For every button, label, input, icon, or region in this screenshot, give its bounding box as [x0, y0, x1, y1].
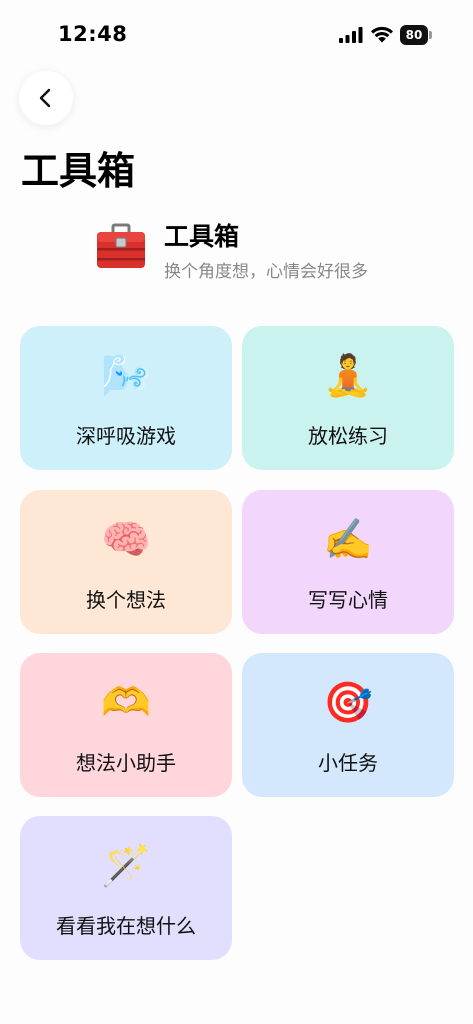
- tool-card-thought-helper[interactable]: 🫶 想法小助手: [20, 653, 232, 797]
- tool-label: 写写心情: [308, 588, 388, 612]
- tool-label: 放松练习: [308, 424, 388, 448]
- tool-card-small-task[interactable]: 🎯 小任务: [242, 653, 454, 797]
- brain-icon: 🧠: [101, 517, 151, 563]
- tool-card-journal[interactable]: ✍️ 写写心情: [242, 490, 454, 634]
- battery-tip: [429, 31, 432, 39]
- tool-label: 看看我在想什么: [56, 914, 196, 938]
- header-title: 工具箱: [164, 222, 240, 251]
- tool-card-reframe-thought[interactable]: 🧠 换个想法: [20, 490, 232, 634]
- header-subtitle: 换个角度想，心情会好很多: [164, 262, 368, 282]
- tool-card-relaxation[interactable]: 🧘 放松练习: [242, 326, 454, 470]
- magic-wand-icon: 🪄: [101, 843, 151, 889]
- chevron-left-icon: [39, 88, 51, 108]
- target-icon: 🎯: [323, 680, 373, 726]
- tool-card-what-am-i-thinking[interactable]: 🪄 看看我在想什么: [20, 816, 232, 960]
- tool-card-deep-breathing[interactable]: 🌬️ 深呼吸游戏: [20, 326, 232, 470]
- meditation-icon: 🧘: [323, 353, 373, 399]
- status-time: 12:48: [58, 22, 128, 46]
- tool-label: 深呼吸游戏: [76, 424, 176, 448]
- page-title: 工具箱: [21, 149, 136, 193]
- battery-level: 80: [400, 25, 428, 45]
- cellular-signal-icon: [339, 27, 363, 43]
- tool-label: 小任务: [318, 751, 378, 775]
- heart-hands-icon: 🫶: [101, 680, 151, 726]
- toolbox-header: 工具箱 换个角度想，心情会好很多: [95, 213, 425, 285]
- blowing-face-icon: 🌬️: [101, 353, 151, 399]
- writing-hand-icon: ✍️: [323, 517, 373, 563]
- back-button[interactable]: [19, 71, 73, 125]
- tool-label: 换个想法: [86, 588, 166, 612]
- wifi-icon: [371, 26, 393, 43]
- tool-label: 想法小助手: [76, 751, 176, 775]
- status-bar: 12:48 80: [0, 0, 473, 70]
- battery-indicator: 80: [400, 25, 432, 45]
- toolbox-icon: [97, 223, 145, 268]
